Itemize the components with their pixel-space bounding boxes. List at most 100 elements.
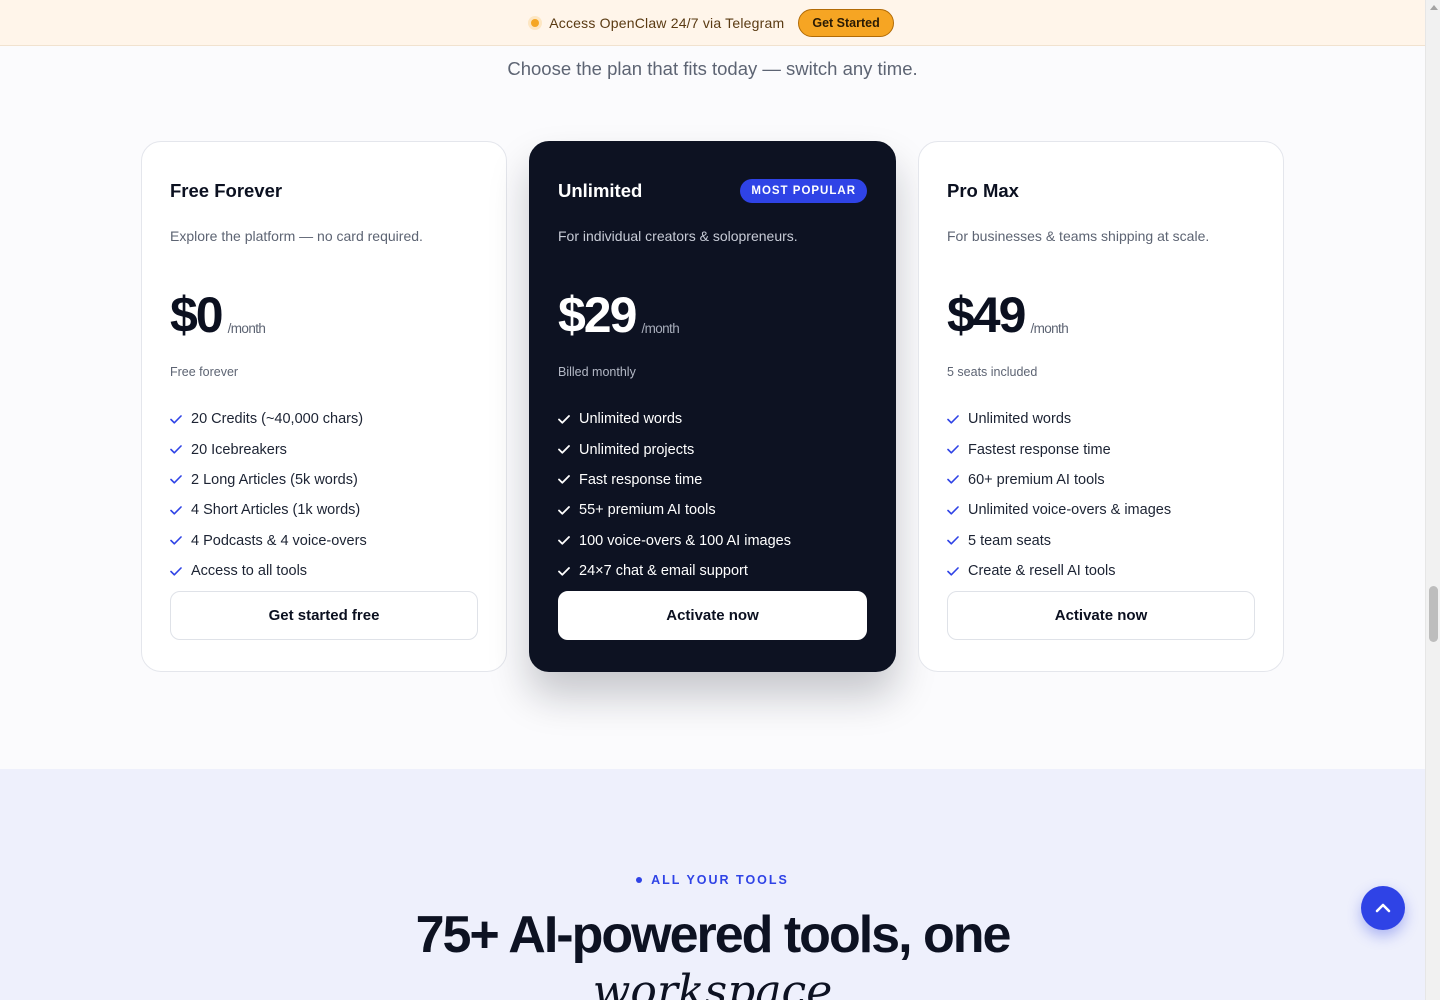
plan-header: Free Forever bbox=[170, 178, 478, 204]
chevron-up-icon bbox=[1375, 903, 1391, 913]
feature-text: 4 Short Articles (1k words) bbox=[191, 502, 361, 519]
feature-item: 20 Credits (~40,000 chars) bbox=[170, 404, 478, 434]
feature-item: Unlimited words bbox=[558, 404, 867, 434]
check-icon bbox=[558, 566, 570, 576]
plan-note: Free forever bbox=[170, 365, 239, 379]
check-icon bbox=[947, 475, 959, 485]
feature-text: Access to all tools bbox=[191, 563, 308, 580]
tools-eyebrow-text: ALL YOUR TOOLS bbox=[651, 873, 789, 887]
plan-header: Unlimited MOST POPULAR bbox=[558, 178, 867, 204]
feature-text: 4 Podcasts & 4 voice-overs bbox=[191, 532, 367, 549]
plan-description: For businesses & teams shipping at scale… bbox=[947, 228, 1210, 244]
tools-eyebrow: ALL YOUR TOOLS bbox=[0, 873, 1425, 887]
feature-item: Access to all tools bbox=[170, 556, 478, 586]
plan-price: $29 bbox=[558, 287, 637, 343]
plan-card-pro-max: Pro Max For businesses & teams shipping … bbox=[918, 141, 1284, 672]
feature-text: 2 Long Articles (5k words) bbox=[191, 471, 358, 488]
feature-text: Unlimited words bbox=[968, 411, 1072, 428]
feature-item: 55+ premium AI tools bbox=[558, 495, 867, 525]
check-icon bbox=[170, 445, 182, 454]
feature-item: Create & resell AI tools bbox=[947, 556, 1255, 586]
get-started-button[interactable]: Get Started bbox=[798, 8, 894, 37]
plan-price-row: $0 /month bbox=[170, 288, 478, 342]
check-icon bbox=[947, 414, 959, 424]
plan-price-row: $49 /month bbox=[947, 288, 1255, 342]
plan-description: Explore the platform — no card required. bbox=[170, 228, 423, 244]
feature-item: Unlimited voice-overs & images bbox=[947, 495, 1255, 525]
page-scrollbar[interactable] bbox=[1425, 0, 1440, 1000]
plan-note: 5 seats included bbox=[947, 365, 1038, 379]
plan-name: Unlimited bbox=[558, 180, 643, 201]
plan-period: /month bbox=[227, 321, 266, 336]
feature-item: Fast response time bbox=[558, 465, 867, 495]
feature-item: 2 Long Articles (5k words) bbox=[170, 465, 478, 495]
feature-item: Unlimited projects bbox=[558, 434, 867, 464]
check-icon bbox=[170, 414, 182, 424]
feature-item: 4 Short Articles (1k words) bbox=[170, 495, 478, 525]
feature-item: 4 Podcasts & 4 voice-overs bbox=[170, 526, 478, 556]
feature-item: 60+ premium AI tools bbox=[947, 465, 1255, 495]
plan-name: Pro Max bbox=[947, 180, 1019, 201]
feature-text: Fastest response time bbox=[968, 441, 1111, 458]
feature-list: 20 Credits (~40,000 chars) 20 Icebreaker… bbox=[170, 404, 478, 586]
feature-text: 24×7 chat & email support bbox=[579, 563, 748, 580]
feature-text: 55+ premium AI tools bbox=[579, 502, 716, 519]
check-icon bbox=[558, 445, 570, 454]
feature-text: Unlimited words bbox=[579, 411, 683, 428]
plan-price: $49 bbox=[947, 287, 1026, 343]
feature-item: Fastest response time bbox=[947, 434, 1255, 464]
feature-item: Unlimited words bbox=[947, 404, 1255, 434]
feature-item: 24×7 chat & email support bbox=[558, 556, 867, 586]
activate-unlimited-button[interactable]: Activate now bbox=[558, 591, 867, 640]
plan-header: Pro Max bbox=[947, 178, 1255, 204]
get-started-free-button[interactable]: Get started free bbox=[170, 591, 478, 640]
check-icon bbox=[947, 445, 959, 454]
feature-text: Fast response time bbox=[579, 471, 703, 488]
check-icon bbox=[947, 536, 959, 545]
check-icon bbox=[170, 475, 182, 485]
announcement-text: Access OpenClaw 24/7 via Telegram bbox=[549, 14, 785, 31]
check-icon bbox=[558, 536, 570, 545]
tools-heading-accent: workspace bbox=[592, 966, 833, 1000]
plan-card-unlimited: Unlimited MOST POPULAR For individual cr… bbox=[529, 141, 896, 672]
tools-heading: 75+ AI-powered tools, one bbox=[415, 906, 1012, 964]
plan-price: $0 bbox=[170, 287, 224, 343]
feature-list: Unlimited words Unlimited projects Fast … bbox=[558, 404, 867, 586]
feature-item: 20 Icebreakers bbox=[170, 434, 478, 464]
tools-section: ALL YOUR TOOLS 75+ AI-powered tools, one… bbox=[0, 769, 1425, 1000]
plan-period: /month bbox=[641, 321, 680, 336]
check-icon bbox=[558, 475, 570, 485]
feature-text: 20 Credits (~40,000 chars) bbox=[191, 411, 364, 428]
check-icon bbox=[947, 566, 959, 576]
feature-text: 100 voice-overs & 100 AI images bbox=[579, 532, 791, 549]
check-icon bbox=[558, 505, 570, 515]
scroll-to-top-button[interactable] bbox=[1361, 886, 1405, 930]
feature-item: 100 voice-overs & 100 AI images bbox=[558, 526, 867, 556]
plan-card-free: Free Forever Explore the platform — no c… bbox=[141, 141, 507, 672]
feature-text: Create & resell AI tools bbox=[968, 563, 1116, 580]
announcement-message: Access OpenClaw 24/7 via Telegram bbox=[531, 15, 784, 31]
check-icon bbox=[170, 536, 182, 545]
feature-text: 20 Icebreakers bbox=[191, 441, 287, 458]
scroll-up-arrow-icon[interactable] bbox=[1430, 5, 1438, 10]
most-popular-badge: MOST POPULAR bbox=[740, 179, 867, 203]
check-icon bbox=[558, 414, 570, 424]
feature-text: Unlimited voice-overs & images bbox=[968, 502, 1172, 519]
check-icon bbox=[947, 506, 959, 515]
status-dot-icon bbox=[531, 18, 540, 27]
feature-text: Unlimited projects bbox=[579, 441, 695, 458]
check-icon bbox=[170, 566, 182, 576]
feature-item: 5 team seats bbox=[947, 526, 1255, 556]
plan-name: Free Forever bbox=[170, 180, 283, 201]
bullet-icon bbox=[636, 877, 643, 883]
activate-pro-max-button[interactable]: Activate now bbox=[947, 591, 1255, 640]
scrollbar-thumb[interactable] bbox=[1429, 586, 1438, 642]
check-icon bbox=[170, 506, 182, 515]
plan-description: For individual creators & solopreneurs. bbox=[558, 228, 798, 244]
feature-list: Unlimited words Fastest response time 60… bbox=[947, 404, 1255, 586]
plan-price-row: $29 /month bbox=[558, 288, 867, 342]
feature-text: 5 team seats bbox=[968, 532, 1052, 549]
announcement-bar: Access OpenClaw 24/7 via Telegram Get St… bbox=[0, 0, 1425, 46]
plan-period: /month bbox=[1030, 321, 1069, 336]
feature-text: 60+ premium AI tools bbox=[968, 471, 1105, 488]
